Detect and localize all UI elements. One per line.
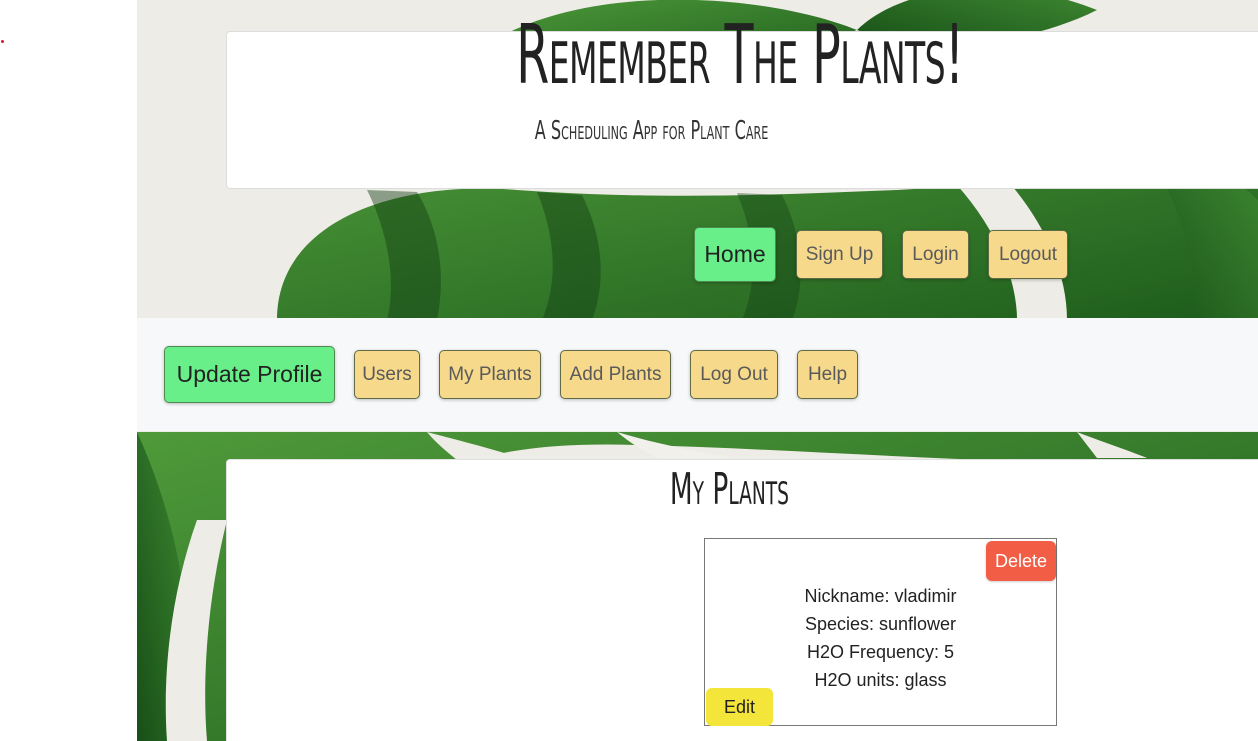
login-button[interactable]: Login [902, 230, 969, 279]
frequency-label: H2O Frequency: [806, 642, 940, 662]
update-profile-button[interactable]: Update Profile [164, 346, 335, 403]
edit-plant-button[interactable]: Edit [706, 688, 773, 726]
help-button[interactable]: Help [797, 350, 858, 399]
frequency-value: 5 [944, 642, 955, 662]
users-button[interactable]: Users [354, 350, 420, 399]
site-subtitle: A Scheduling App for Plant Care [534, 116, 769, 146]
plant-frequency-row: H2O Frequency: 5 [705, 641, 1056, 663]
nickname-value: vladimir [894, 586, 957, 606]
my-plants-button[interactable]: My Plants [439, 350, 541, 399]
species-value: sunflower [879, 614, 957, 634]
plant-nickname-row: Nickname: vladimir [705, 585, 1056, 607]
nickname-label: Nickname: [804, 586, 890, 606]
section-title: My Plants [669, 464, 789, 515]
site-title: Remember The Plants! [516, 8, 964, 103]
sign-up-button[interactable]: Sign Up [796, 230, 883, 279]
log-out-button[interactable]: Log Out [690, 350, 778, 399]
stray-dot-marker [1, 40, 4, 43]
species-label: Species: [804, 614, 874, 634]
units-value: glass [904, 670, 947, 690]
delete-plant-button[interactable]: Delete [986, 541, 1056, 581]
units-label: H2O units: [814, 670, 900, 690]
plant-species-row: Species: sunflower [705, 613, 1056, 635]
home-button[interactable]: Home [694, 227, 776, 282]
logout-button[interactable]: Logout [988, 230, 1068, 279]
app-viewport: Remember The Plants! A Scheduling App fo… [0, 0, 1258, 741]
add-plants-button[interactable]: Add Plants [560, 350, 671, 399]
